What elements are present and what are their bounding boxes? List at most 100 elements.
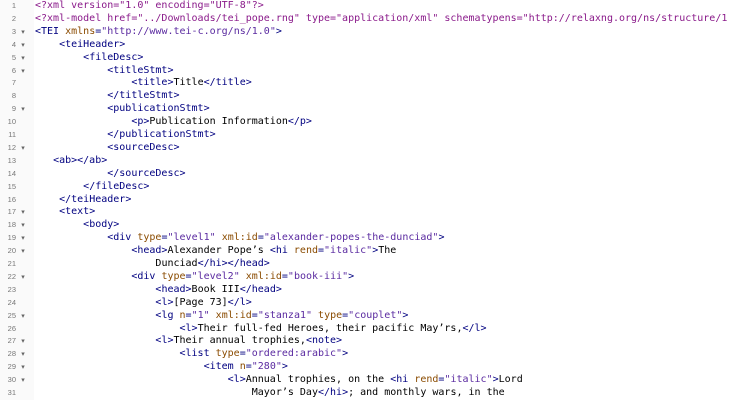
code-line[interactable]: 18 ▾ <body> [0, 219, 729, 232]
fold-toggle-icon[interactable]: ▾ [19, 206, 27, 219]
code-text: <body> [35, 219, 729, 232]
token-val: "level1" [167, 232, 216, 244]
code-line[interactable]: 8 </titleStmt> [0, 90, 729, 103]
code-text: <l>[Page 73]</l> [35, 297, 729, 310]
fold-toggle-icon[interactable]: ▾ [19, 361, 27, 374]
code-line[interactable]: 14 </sourceDesc> [0, 168, 729, 181]
token-val: "italic" [444, 374, 493, 386]
token-tag: <list [179, 348, 216, 360]
code-line[interactable]: 17 ▾ <text> [0, 206, 729, 219]
code-text: <div type="level1" xml:id="alexander-pop… [35, 232, 729, 245]
fold-toggle-icon[interactable]: ▾ [19, 232, 27, 245]
token-val: "level2" [191, 270, 240, 282]
code-line[interactable]: 30 ▾ <l>Annual trophies, on the <hi rend=… [0, 374, 729, 387]
fold-toggle-icon[interactable]: ▾ [19, 65, 27, 78]
token-tag: <head> [155, 283, 192, 295]
code-line[interactable]: 19 ▾ <div type="level1" xml:id="alexander… [0, 232, 729, 245]
token-tag: <div [107, 232, 138, 244]
code-line[interactable]: 15 </fileDesc> [0, 181, 729, 194]
code-line[interactable]: 2 <?xml-model href="../Downloads/tei_pope… [0, 13, 729, 26]
line-number: 26 [7, 323, 16, 333]
fold-toggle-icon[interactable]: ▾ [19, 103, 27, 116]
fold-toggle-icon[interactable]: ▾ [19, 52, 27, 65]
code-line[interactable]: 28 ▾ <list type="ordered:arabic"> [0, 348, 729, 361]
code-line[interactable]: 20 ▾ <head>Alexander Pope’s <hi rend="ita… [0, 245, 729, 258]
line-number: 25 [7, 310, 16, 320]
code-line[interactable]: 7 <title>Title</title> [0, 77, 729, 90]
token-attr: xml:id [245, 270, 282, 282]
line-number: 6 [11, 65, 16, 75]
token-tag: <fileDesc> [83, 51, 144, 63]
token-text: Publication Information [149, 116, 288, 128]
token-tag: <p> [131, 116, 150, 128]
fold-toggle-icon[interactable]: ▾ [19, 271, 27, 284]
code-line[interactable]: 29 ▾ <item n="280"> [0, 361, 729, 374]
line-number: 23 [7, 284, 16, 294]
token-tag: > [348, 270, 355, 282]
token-text: [Page 73] [173, 296, 228, 308]
code-text: </publicationStmt> [35, 129, 729, 142]
code-line[interactable]: 10 <p>Publication Information</p> [0, 116, 729, 129]
token-text: The [378, 245, 397, 257]
token-tag: <ab></ab> [53, 154, 108, 166]
token-val: "1" [191, 309, 210, 321]
line-number: 31 [7, 388, 16, 397]
code-line[interactable]: 11 </publicationStmt> [0, 129, 729, 142]
code-text: </fileDesc> [35, 181, 729, 194]
code-line[interactable]: 31 Mayor’s Day</hi>; and monthly wars, i… [0, 387, 729, 400]
line-number: 19 [7, 233, 16, 243]
code-line[interactable]: 23 <head>Book III</head> [0, 284, 729, 297]
token-tag: <l> [155, 296, 174, 308]
code-line[interactable]: 12 ▾ <sourceDesc> [0, 142, 729, 155]
code-line[interactable]: 5 ▾ <fileDesc> [0, 52, 729, 65]
token-tag: > [275, 25, 282, 37]
line-number: 28 [7, 349, 16, 359]
line-number: 9 [11, 104, 16, 114]
token-tag: <hi [269, 245, 294, 257]
token-text: ; and monthly wars, in the [348, 387, 505, 398]
fold-toggle-icon[interactable]: ▾ [19, 245, 27, 258]
fold-toggle-icon[interactable]: ▾ [19, 39, 27, 52]
token-attr: type [215, 348, 240, 360]
token-tag: <l> [155, 335, 174, 347]
line-number: 18 [7, 220, 16, 230]
code-text: <teiHeader> [35, 39, 729, 52]
line-number: 7 [11, 78, 16, 88]
token-val: "italic" [324, 245, 373, 257]
code-line[interactable]: 1 <?xml version="1.0" encoding="UTF-8"?> [0, 0, 729, 13]
fold-toggle-icon[interactable]: ▾ [19, 348, 27, 361]
token-tag: > [342, 348, 349, 360]
token-attr: type [161, 270, 186, 282]
code-line[interactable]: 26 <l>Their full-fed Heroes, their pacif… [0, 323, 729, 336]
fold-toggle-icon[interactable]: ▾ [19, 142, 27, 155]
token-val: "http://www.tei-c.org/ns/1.0" [101, 25, 276, 37]
line-number: 5 [11, 52, 16, 62]
code-line[interactable]: 16 </teiHeader> [0, 194, 729, 207]
token-tag: <head> [131, 245, 168, 257]
code-line[interactable]: 4 ▾ <teiHeader> [0, 39, 729, 52]
code-line[interactable]: 6 ▾ <titleStmt> [0, 65, 729, 78]
code-line[interactable]: 13 <ab></ab> [0, 155, 729, 168]
token-attr: xml:id [221, 232, 258, 244]
line-number: 20 [7, 246, 16, 256]
token-val: "alexander-popes-the-dunciad" [263, 232, 439, 244]
line-number: 30 [7, 375, 16, 385]
fold-toggle-icon[interactable]: ▾ [19, 26, 27, 39]
token-tag: <hi [390, 374, 415, 386]
fold-toggle-icon[interactable]: ▾ [19, 374, 27, 387]
code-line[interactable]: 27 ▾ <l>Their annual trophies,<note> [0, 335, 729, 348]
fold-toggle-icon[interactable]: ▾ [19, 335, 27, 348]
fold-toggle-icon[interactable]: ▾ [19, 219, 27, 232]
token-tag: <note> [305, 335, 343, 347]
code-line[interactable]: 21 Dunciad</hi></head> [0, 258, 729, 271]
line-number: 27 [7, 336, 16, 346]
code-line[interactable]: 9 ▾ <publicationStmt> [0, 103, 729, 116]
code-line[interactable]: 25 ▾ <lg n="1" xml:id="stanza1" type="cou… [0, 310, 729, 323]
fold-toggle-icon[interactable]: ▾ [19, 310, 27, 323]
xml-editor[interactable]: 1 <?xml version="1.0" encoding="UTF-8"?> 2… [0, 0, 729, 400]
code-line[interactable]: 3 ▾ <TEI xmlns="http://www.tei-c.org/ns/1.… [0, 26, 729, 39]
line-number: 24 [7, 297, 16, 307]
code-line[interactable]: 24 <l>[Page 73]</l> [0, 297, 729, 310]
token-text: Their full-fed Heroes, their pacific May… [197, 322, 463, 334]
code-line[interactable]: 22 ▾ <div type="level2" xml:id="book-iii"… [0, 271, 729, 284]
